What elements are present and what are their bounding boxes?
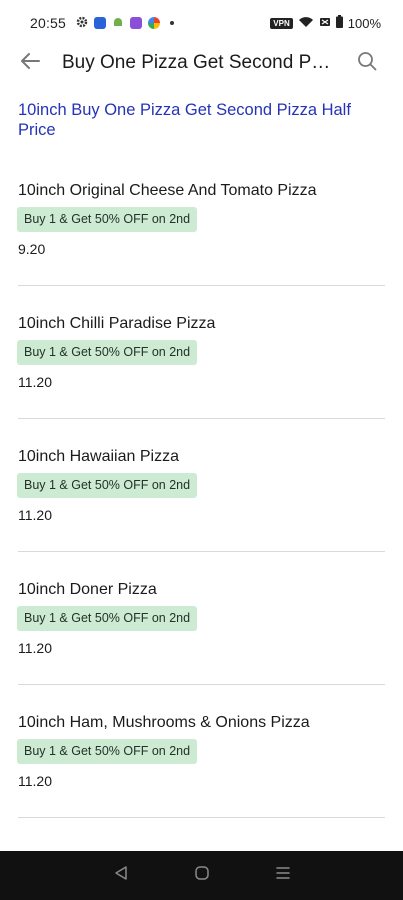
item-name: 10inch Ham, Mushrooms & Onions Pizza: [18, 714, 310, 731]
offer-badge: Buy 1 & Get 50% OFF on 2nd: [17, 207, 198, 232]
item-price: 11.20: [18, 374, 52, 390]
list-item[interactable]: 10inch Ham, Mushrooms & Onions Pizza Buy…: [0, 702, 403, 835]
no-sim-icon: [319, 16, 331, 31]
battery-icon: [335, 15, 343, 31]
android-icon: [112, 15, 124, 31]
divider: [18, 285, 385, 286]
category-title: 10inch Buy One Pizza Get Second Pizza Ha…: [18, 101, 351, 139]
list-item[interactable]: 10inch Hawaiian Pizza Buy 1 & Get 50% OF…: [0, 436, 403, 569]
search-button[interactable]: [355, 51, 379, 75]
page-title: Buy One Pizza Get Second Pizza Half Pric…: [62, 52, 332, 73]
arrow-left-icon: [19, 50, 41, 77]
divider: [18, 817, 385, 818]
browser-icon: [148, 17, 161, 29]
status-bar: 20:55 VPN 100%: [0, 0, 403, 46]
settings-gear-icon: [76, 15, 88, 31]
item-name: 10inch Original Cheese And Tomato Pizza: [18, 182, 317, 199]
list-item[interactable]: 10inch Original Cheese And Tomato Pizza …: [0, 170, 403, 303]
nav-recents-button[interactable]: [268, 861, 298, 891]
app-bar: Buy One Pizza Get Second Pizza Half Pric…: [0, 42, 403, 84]
offer-badge: Buy 1 & Get 50% OFF on 2nd: [17, 473, 198, 498]
recents-menu-icon: [275, 865, 291, 886]
offer-badge: Buy 1 & Get 50% OFF on 2nd: [17, 739, 198, 764]
item-price: 9.20: [18, 241, 46, 257]
item-name: 10inch Hawaiian Pizza: [18, 448, 179, 465]
back-button[interactable]: [16, 49, 44, 77]
divider: [18, 684, 385, 685]
item-name: 10inch Doner Pizza: [18, 581, 157, 598]
list-item[interactable]: 10inch Chilli Paradise Pizza Buy 1 & Get…: [0, 303, 403, 436]
home-circle-icon: [194, 865, 210, 886]
messages-icon: [94, 17, 107, 29]
divider: [18, 551, 385, 552]
offer-badge: Buy 1 & Get 50% OFF on 2nd: [17, 340, 198, 365]
battery-percent: 100%: [347, 15, 381, 31]
system-nav-bar: [0, 851, 403, 900]
divider: [18, 418, 385, 419]
item-price: 11.20: [18, 640, 52, 656]
offer-badge: Buy 1 & Get 50% OFF on 2nd: [17, 606, 198, 631]
back-triangle-icon: [113, 865, 129, 886]
menu-item-list: 10inch Original Cheese And Tomato Pizza …: [0, 170, 403, 835]
list-item[interactable]: 10inch Doner Pizza Buy 1 & Get 50% OFF o…: [0, 569, 403, 702]
status-right: VPN 100%: [270, 15, 381, 31]
item-name: 10inch Chilli Paradise Pizza: [18, 315, 216, 332]
search-icon: [357, 51, 377, 76]
item-price: 11.20: [18, 773, 52, 789]
nav-home-button[interactable]: [187, 861, 217, 891]
dot-icon: [170, 21, 175, 25]
status-time: 20:55: [30, 15, 67, 31]
item-price: 11.20: [18, 507, 52, 523]
app-icon: [130, 17, 143, 29]
notification-icons: [76, 15, 175, 31]
nav-back-button[interactable]: [106, 861, 136, 891]
wifi-icon: [298, 16, 314, 31]
vpn-icon: VPN: [270, 17, 293, 29]
